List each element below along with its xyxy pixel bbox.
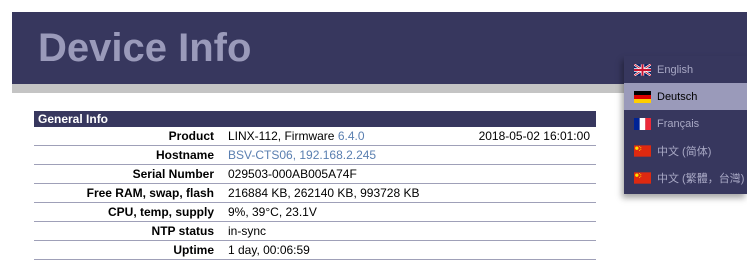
uk-flag-icon bbox=[634, 63, 651, 76]
row-value-product: LINX-112, Firmware 6.4.0 bbox=[224, 127, 462, 146]
table-row: Uptime 1 day, 00:06:59 bbox=[34, 240, 596, 260]
firmware-version-link[interactable]: 6.4.0 bbox=[338, 129, 365, 143]
germany-flag-icon bbox=[634, 90, 651, 103]
table-row: Product LINX-112, Firmware 6.4.0 2018-05… bbox=[34, 127, 596, 146]
language-label: 中文 (繁體，台灣) bbox=[657, 172, 745, 185]
table-row: CPU, temp, supply 9%, 39°C, 23.1V bbox=[34, 202, 596, 222]
row-value-memory: 216884 KB, 262140 KB, 993728 KB bbox=[224, 183, 596, 203]
row-label-serial: Serial Number bbox=[34, 164, 224, 184]
table-row: Hostname BSV-CTS06, 192.168.2.245 bbox=[34, 145, 596, 165]
language-item-english[interactable]: English bbox=[624, 56, 747, 83]
language-item-francais[interactable]: Français bbox=[624, 110, 747, 137]
language-label: English bbox=[657, 63, 694, 76]
section-title: General Info bbox=[34, 111, 596, 127]
row-label-uptime: Uptime bbox=[34, 240, 224, 260]
row-value-ntp: in-sync bbox=[224, 221, 596, 241]
page-title: Device Info bbox=[38, 26, 252, 70]
language-item-chinese-simplified[interactable]: 中文 (简体) bbox=[624, 137, 747, 164]
general-info-table: General Info Product LINX-112, Firmware … bbox=[34, 111, 596, 260]
row-value-cpu: 9%, 39°C, 23.1V bbox=[224, 202, 596, 222]
section-header-row: General Info bbox=[34, 111, 596, 127]
china-flag-icon bbox=[634, 144, 651, 157]
china-flag-icon bbox=[634, 171, 651, 184]
row-label-memory: Free RAM, swap, flash bbox=[34, 183, 224, 203]
row-value-uptime: 1 day, 00:06:59 bbox=[224, 240, 596, 260]
row-value-hostname: BSV-CTS06, 192.168.2.245 bbox=[224, 145, 596, 165]
hostname-link[interactable]: BSV-CTS06, 192.168.2.245 bbox=[228, 148, 376, 162]
table-row: Serial Number 029503-000AB005A74F bbox=[34, 164, 596, 184]
device-datetime: 2018-05-02 16:01:00 bbox=[462, 127, 596, 146]
header-divider bbox=[12, 84, 624, 93]
language-label: Français bbox=[657, 117, 700, 130]
row-label-hostname: Hostname bbox=[34, 145, 224, 165]
product-name: LINX-112, Firmware bbox=[228, 129, 338, 143]
row-value-serial: 029503-000AB005A74F bbox=[224, 164, 596, 184]
language-item-deutsch[interactable]: Deutsch bbox=[624, 83, 747, 110]
language-label: Deutsch bbox=[657, 90, 698, 103]
language-item-chinese-traditional[interactable]: 中文 (繁體，台灣) bbox=[624, 164, 747, 191]
row-label-ntp: NTP status bbox=[34, 221, 224, 241]
language-menu: English Deutsch Français 中文 (简体) 中文 (繁體，… bbox=[624, 56, 747, 194]
table-row: NTP status in-sync bbox=[34, 221, 596, 241]
table-row: Free RAM, swap, flash 216884 KB, 262140 … bbox=[34, 183, 596, 203]
france-flag-icon bbox=[634, 117, 651, 130]
row-label-cpu: CPU, temp, supply bbox=[34, 202, 224, 222]
language-label: 中文 (简体) bbox=[657, 145, 712, 158]
row-label-product: Product bbox=[34, 127, 224, 146]
